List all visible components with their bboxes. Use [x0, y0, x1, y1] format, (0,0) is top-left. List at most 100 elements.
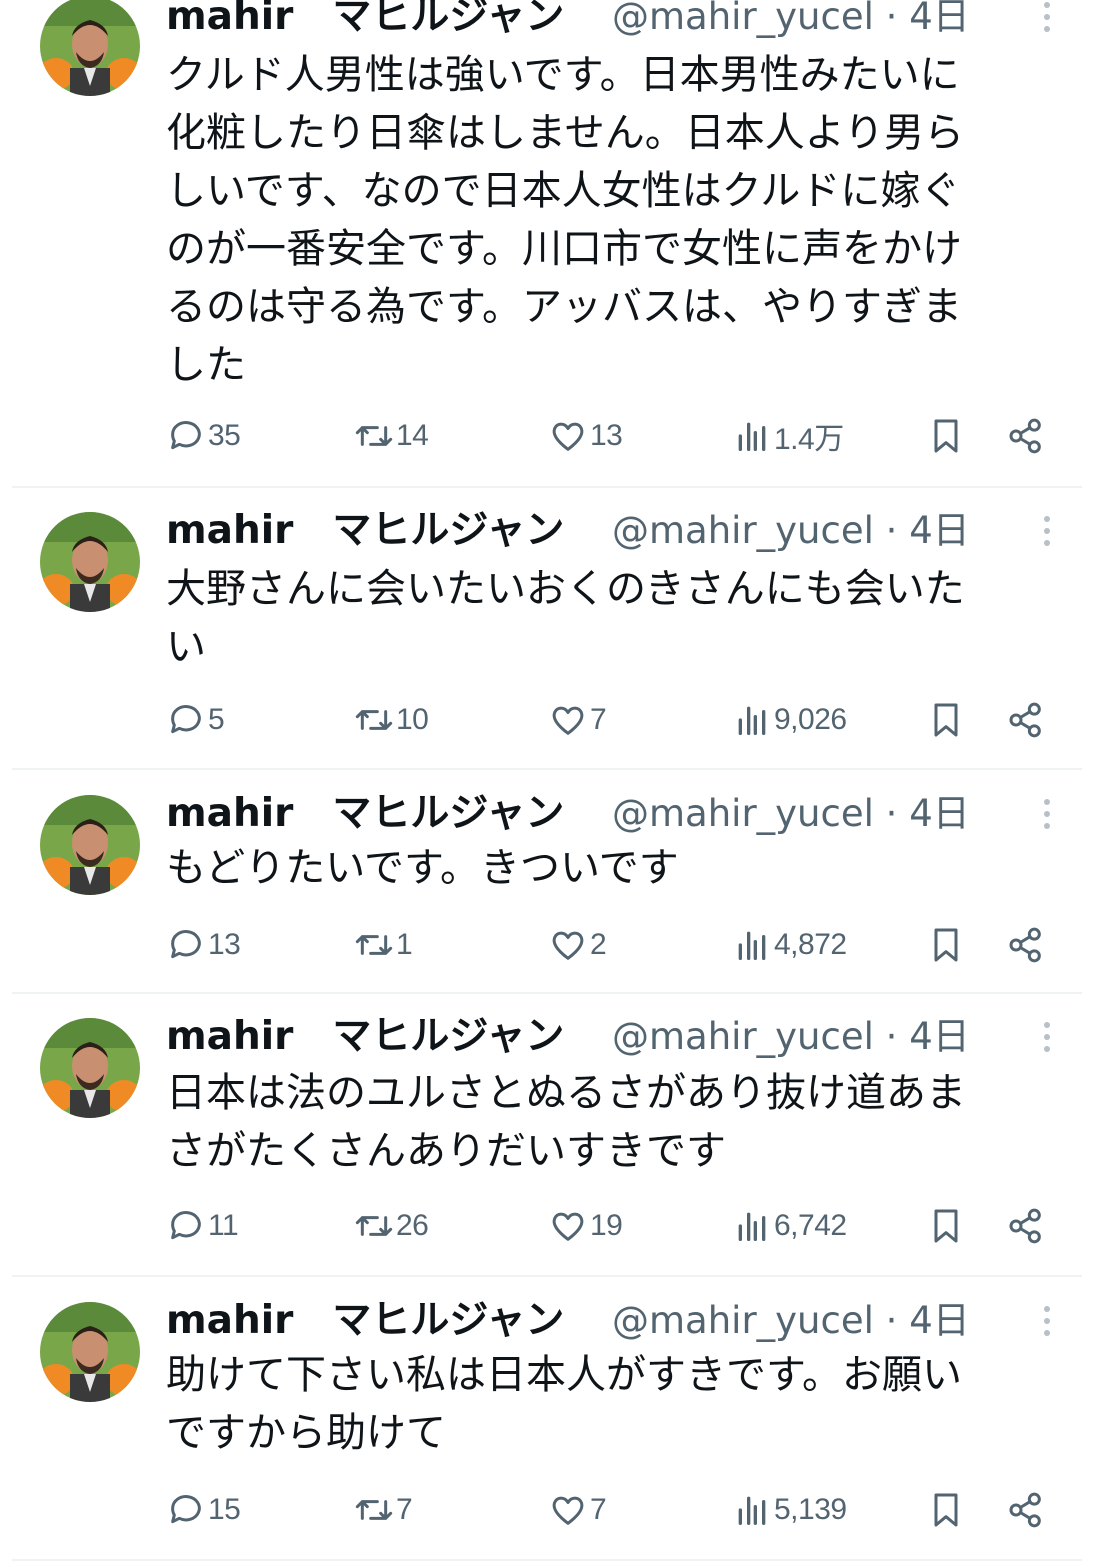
share-button[interactable]	[1006, 408, 1048, 464]
tweet-text: 日本は法のユルさとぬるさがあり抜け道あま さがたくさんありだいすきです	[166, 1070, 966, 1174]
handle[interactable]: @mahir_yucel	[612, 0, 874, 38]
handle[interactable]: @mahir_yucel	[612, 509, 874, 552]
bookmark-button[interactable]	[926, 1198, 968, 1254]
divider	[12, 486, 1082, 488]
separator: ·	[885, 1299, 898, 1342]
retweet-button[interactable]: 10	[354, 692, 429, 748]
avatar[interactable]	[40, 1302, 140, 1402]
more-icon[interactable]	[1042, 1022, 1052, 1054]
timestamp[interactable]: 4日	[909, 1299, 970, 1342]
reply-button[interactable]: 15	[166, 1482, 241, 1538]
more-icon[interactable]	[1042, 2, 1052, 34]
reply-icon	[171, 1211, 201, 1240]
share-icon	[1009, 927, 1041, 963]
more-icon[interactable]	[1042, 799, 1052, 831]
views-button[interactable]: 6,742	[732, 1198, 847, 1254]
reply-button[interactable]: 13	[166, 917, 241, 973]
handle[interactable]: @mahir_yucel	[612, 1015, 874, 1058]
like-icon	[552, 422, 584, 451]
bookmark-icon	[934, 1209, 958, 1243]
like-button[interactable]: 13	[548, 408, 623, 464]
views-icon	[738, 1496, 766, 1525]
reply-icon	[171, 1495, 201, 1524]
timestamp[interactable]: 4日	[909, 1015, 970, 1058]
bookmark-button[interactable]	[926, 1482, 968, 1538]
share-icon	[1009, 1208, 1041, 1244]
retweet-button[interactable]: 14	[354, 408, 429, 464]
action-bar: 13 1 2 4,872	[166, 917, 1066, 973]
avatar[interactable]	[40, 795, 140, 895]
like-button[interactable]: 7	[548, 1482, 607, 1538]
like-button[interactable]: 19	[548, 1198, 623, 1254]
reply-icon	[171, 421, 201, 450]
reply-button[interactable]: 5	[166, 692, 225, 748]
like-count: 7	[590, 1493, 607, 1526]
avatar[interactable]	[40, 512, 140, 612]
views-button[interactable]: 5,139	[732, 1482, 847, 1538]
display-name[interactable]: mahir マヒルジャン	[166, 502, 564, 560]
handle-row: @mahir_yucel · 4日	[612, 0, 970, 46]
tweet-header: mahir マヒルジャン @mahir_yucel · 4日	[166, 0, 1066, 46]
share-button[interactable]	[1006, 1198, 1048, 1254]
timestamp[interactable]: 4日	[909, 0, 970, 38]
separator: ·	[885, 509, 898, 552]
handle[interactable]: @mahir_yucel	[612, 1299, 874, 1342]
display-name[interactable]: mahir マヒルジャン	[166, 1292, 564, 1350]
tweet-header: mahir マヒルジャン @mahir_yucel · 4日	[166, 1292, 1066, 1350]
reply-button[interactable]: 35	[166, 408, 241, 464]
bookmark-icon	[934, 928, 958, 962]
share-icon	[1009, 418, 1041, 454]
handle[interactable]: @mahir_yucel	[612, 792, 874, 835]
handle-row: @mahir_yucel · 4日	[612, 785, 970, 843]
more-icon[interactable]	[1042, 516, 1052, 548]
share-icon	[1009, 702, 1041, 738]
tweet[interactable]: mahir マヒルジャン @mahir_yucel · 4日 大野さんに会いたい…	[0, 502, 1094, 770]
reply-button[interactable]: 11	[166, 1198, 239, 1254]
bookmark-icon	[934, 419, 958, 453]
more-icon[interactable]	[1042, 1306, 1052, 1338]
display-name[interactable]: mahir マヒルジャン	[166, 0, 564, 46]
tweet[interactable]: mahir マヒルジャン @mahir_yucel · 4日 もどりたいです。き…	[0, 785, 1094, 993]
bookmark-button[interactable]	[926, 692, 968, 748]
retweet-button[interactable]: 7	[354, 1482, 413, 1538]
share-button[interactable]	[1006, 1482, 1048, 1538]
bookmark-button[interactable]	[926, 917, 968, 973]
retweet-icon	[355, 1500, 393, 1520]
tweet-header: mahir マヒルジャン @mahir_yucel · 4日	[166, 785, 1066, 843]
share-icon	[1009, 1492, 1041, 1528]
handle-row: @mahir_yucel · 4日	[612, 1292, 970, 1350]
avatar[interactable]	[40, 0, 140, 96]
handle-row: @mahir_yucel · 4日	[612, 502, 970, 560]
retweet-count: 14	[396, 419, 429, 452]
share-button[interactable]	[1006, 917, 1048, 973]
like-count: 2	[590, 928, 607, 961]
avatar[interactable]	[40, 1018, 140, 1118]
share-button[interactable]	[1006, 692, 1048, 748]
like-icon	[552, 931, 584, 960]
views-count: 5,139	[774, 1493, 847, 1526]
timestamp[interactable]: 4日	[909, 792, 970, 835]
views-icon	[738, 1212, 766, 1241]
views-count: 9,026	[774, 703, 847, 736]
divider	[12, 1559, 1082, 1561]
bookmark-button[interactable]	[926, 408, 968, 464]
like-icon	[552, 706, 584, 735]
display-name[interactable]: mahir マヒルジャン	[166, 1008, 564, 1066]
views-count: 6,742	[774, 1209, 847, 1242]
views-button[interactable]: 4,872	[732, 917, 847, 973]
tweet[interactable]: mahir マヒルジャン @mahir_yucel · 4日 日本は法のユルさと…	[0, 1008, 1094, 1276]
like-button[interactable]: 7	[548, 692, 607, 748]
views-button[interactable]: 9,026	[732, 692, 847, 748]
tweet-text: 大野さんに会いたいおくのきさんにも会いた い	[166, 566, 965, 670]
retweet-button[interactable]: 26	[354, 1198, 429, 1254]
retweet-button[interactable]: 1	[354, 917, 413, 973]
tweet[interactable]: mahir マヒルジャン @mahir_yucel · 4日 助けて下さい私は日…	[0, 1292, 1094, 1560]
views-button[interactable]: 1.4万	[732, 408, 844, 464]
retweet-icon	[355, 935, 393, 955]
tweet-text: もどりたいです。きついです	[166, 845, 679, 891]
timestamp[interactable]: 4日	[909, 509, 970, 552]
tweet[interactable]: mahir マヒルジャン @mahir_yucel · 4日 クルド人男性は強い…	[0, 0, 1094, 478]
views-icon	[738, 706, 766, 735]
display-name[interactable]: mahir マヒルジャン	[166, 785, 564, 843]
like-button[interactable]: 2	[548, 917, 607, 973]
